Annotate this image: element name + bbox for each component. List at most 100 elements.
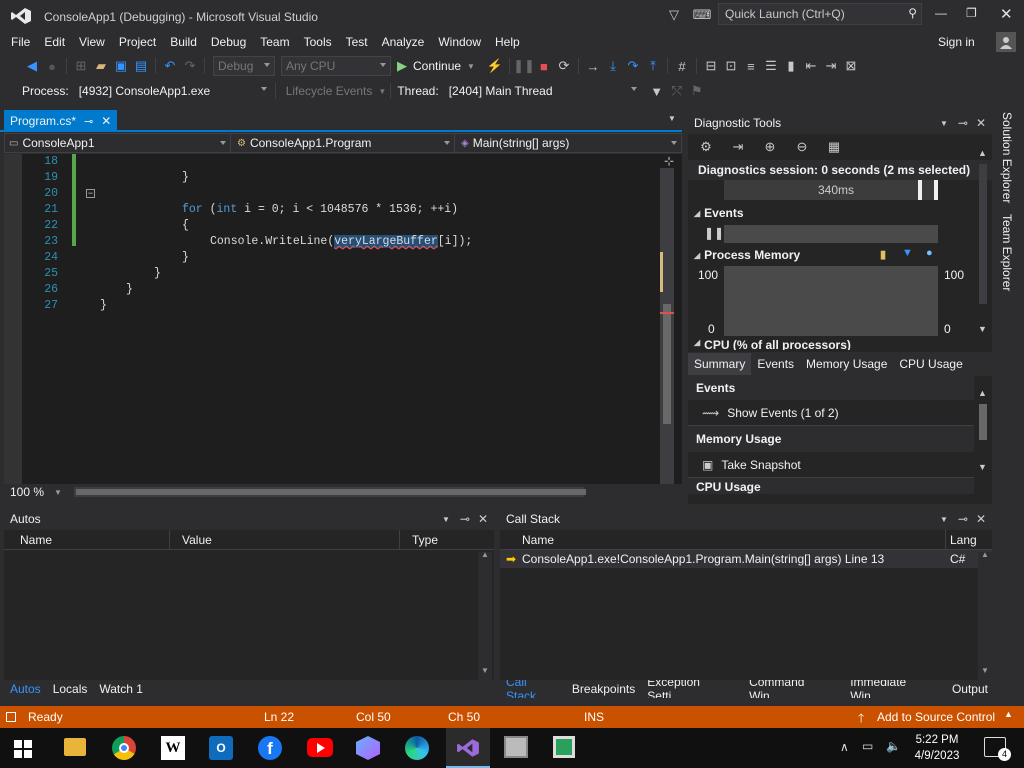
- restore-button[interactable]: ❐: [966, 6, 977, 20]
- events-section-header[interactable]: ◢ Events: [688, 202, 992, 224]
- autos-col-name[interactable]: Name: [4, 529, 170, 550]
- bookmark-icon[interactable]: ▮: [781, 56, 801, 76]
- panel-menu-icon[interactable]: ▼: [442, 515, 450, 524]
- save-icon[interactable]: ▣: [111, 56, 131, 76]
- lifecycle-events-dropdown[interactable]: Lifecycle Events: [286, 84, 373, 98]
- autos-scrollbar[interactable]: ▲ ▼: [478, 550, 492, 680]
- menu-edit[interactable]: Edit: [37, 35, 72, 49]
- youtube-icon[interactable]: [307, 738, 333, 757]
- close-tab-icon[interactable]: ✕: [101, 114, 111, 128]
- thread-dropdown[interactable]: [2404] Main Thread: [445, 81, 641, 101]
- selected-identifier[interactable]: veryLargeBuffer: [334, 235, 438, 248]
- remote-desktop-icon[interactable]: [504, 736, 528, 758]
- clear-bookmarks-icon[interactable]: ⊠: [841, 56, 861, 76]
- autos-col-value[interactable]: Value: [170, 529, 400, 550]
- tab-breakpoints[interactable]: Breakpoints: [566, 680, 641, 698]
- volume-icon[interactable]: 🔈: [886, 739, 901, 753]
- pin-icon[interactable]: ⊸: [460, 512, 470, 526]
- take-snapshot-button[interactable]: ▣ Take Snapshot: [688, 452, 974, 478]
- indent-icon[interactable]: ☰: [761, 56, 781, 76]
- call-stack-col-lang[interactable]: Lang: [946, 530, 976, 550]
- settings-gear-icon[interactable]: ⚙: [696, 137, 716, 157]
- feedback-icon[interactable]: ⌨: [692, 5, 712, 25]
- menu-view[interactable]: View: [72, 35, 112, 49]
- chrome-icon[interactable]: [112, 736, 136, 760]
- zoom-out-icon[interactable]: ⊖: [792, 137, 812, 157]
- sign-in-link[interactable]: Sign in: [938, 35, 975, 49]
- menu-help[interactable]: Help: [488, 35, 527, 49]
- memory-graph[interactable]: 100 0 100 0: [688, 266, 992, 338]
- tab-watch-1[interactable]: Watch 1: [93, 680, 149, 698]
- autos-col-type[interactable]: Type: [400, 530, 480, 550]
- tab-program-cs[interactable]: Program.cs* ⊸ ✕: [4, 110, 118, 132]
- add-to-source-control[interactable]: Add to Source Control: [877, 710, 995, 724]
- source-control-menu-icon[interactable]: ▲: [1004, 709, 1013, 719]
- zoom-in-icon[interactable]: ⊕: [760, 137, 780, 157]
- tab-summary[interactable]: Summary: [688, 353, 752, 375]
- menu-analyze[interactable]: Analyze: [375, 35, 432, 49]
- forward-icon[interactable]: ●: [42, 56, 62, 76]
- process-dropdown[interactable]: [4932] ConsoleApp1.exe: [75, 81, 271, 101]
- account-icon[interactable]: [996, 32, 1016, 52]
- tab-exception-settings[interactable]: Exception Setti...: [641, 680, 743, 698]
- tab-locals[interactable]: Locals: [47, 680, 94, 698]
- app-icon[interactable]: [553, 736, 575, 758]
- facebook-icon[interactable]: f: [258, 736, 282, 760]
- configuration-dropdown[interactable]: Debug: [213, 56, 275, 76]
- project-dropdown[interactable]: ▭ ConsoleApp1: [5, 134, 231, 152]
- back-icon[interactable]: ◀: [22, 56, 42, 76]
- step-into-icon[interactable]: ⤓: [603, 56, 623, 76]
- undo-icon[interactable]: ↶: [160, 56, 180, 76]
- menu-file[interactable]: File: [4, 35, 37, 49]
- pin-icon[interactable]: ⊸: [958, 116, 968, 130]
- close-button[interactable]: ✕: [1000, 5, 1013, 23]
- menu-debug[interactable]: Debug: [204, 35, 253, 49]
- call-stack-scrollbar[interactable]: ▲ ▼: [978, 550, 992, 680]
- class-dropdown[interactable]: ⚙ ConsoleApp1.Program: [231, 134, 455, 152]
- clipchamp-icon[interactable]: [356, 736, 380, 760]
- step-over-icon[interactable]: ↷: [623, 56, 643, 76]
- scroll-thumb[interactable]: [663, 304, 671, 424]
- process-memory-header[interactable]: ◢ Process Memory ▮ ▼ ●: [688, 244, 992, 266]
- show-next-statement-icon[interactable]: →: [583, 56, 603, 76]
- h-scroll-thumb[interactable]: [75, 489, 586, 495]
- breakpoint-margin[interactable]: [4, 154, 22, 484]
- filter-icon[interactable]: ▽: [664, 5, 684, 25]
- visual-studio-taskbar-icon[interactable]: [446, 728, 490, 768]
- break-all-icon[interactable]: ❚❚: [513, 56, 535, 76]
- call-stack-row[interactable]: ➡ ConsoleApp1.exe!ConsoleApp1.Program.Ma…: [500, 550, 992, 568]
- format-icon[interactable]: ≡: [741, 56, 761, 76]
- summary-scrollbar[interactable]: ▲ ▼: [976, 376, 990, 494]
- network-icon[interactable]: ▭: [862, 739, 873, 753]
- panel-menu-icon[interactable]: ▼: [940, 119, 948, 128]
- menu-project[interactable]: Project: [112, 35, 163, 49]
- call-stack-col-name[interactable]: Name: [500, 529, 946, 550]
- pause-icon[interactable]: ❚❚: [704, 226, 724, 240]
- hex-display-icon[interactable]: #: [672, 56, 692, 76]
- cpu-section-header[interactable]: ◢ CPU (% of all processors): [688, 338, 992, 350]
- zoom-level[interactable]: 100 %: [10, 485, 44, 499]
- tab-memory-usage[interactable]: Memory Usage: [800, 353, 893, 375]
- attach-icon[interactable]: ⚡: [485, 56, 505, 76]
- windows-start-icon[interactable]: [14, 740, 32, 758]
- edge-icon[interactable]: [405, 736, 429, 760]
- tab-immediate-window[interactable]: Immediate Win...: [844, 680, 946, 698]
- tab-command-window[interactable]: Command Win...: [743, 680, 844, 698]
- member-dropdown[interactable]: ◈ Main(string[] args): [455, 134, 681, 152]
- code-editor[interactable]: 18 19 20 21 22 23 24 25 26 27 − } for (i…: [4, 154, 682, 484]
- tab-autos[interactable]: Autos: [4, 680, 47, 698]
- notifications-icon[interactable]: 4: [984, 737, 1011, 761]
- file-explorer-icon[interactable]: [64, 738, 86, 756]
- stop-debugging-icon[interactable]: ■: [534, 56, 554, 76]
- save-all-icon[interactable]: ▤: [131, 56, 151, 76]
- new-project-icon[interactable]: ⊞: [71, 56, 91, 76]
- tab-call-stack[interactable]: Call Stack: [500, 680, 566, 698]
- show-hidden-icons[interactable]: ∧: [840, 740, 849, 754]
- wikipedia-icon[interactable]: W: [161, 736, 185, 760]
- close-icon[interactable]: ✕: [478, 512, 488, 526]
- diag-top-scrollbar[interactable]: ▲ ▼: [976, 148, 990, 338]
- pin-icon[interactable]: ⊸: [958, 512, 968, 526]
- menu-team[interactable]: Team: [253, 35, 296, 49]
- uncomment-icon[interactable]: ⊡: [721, 56, 741, 76]
- export-icon[interactable]: ⇥: [728, 137, 748, 157]
